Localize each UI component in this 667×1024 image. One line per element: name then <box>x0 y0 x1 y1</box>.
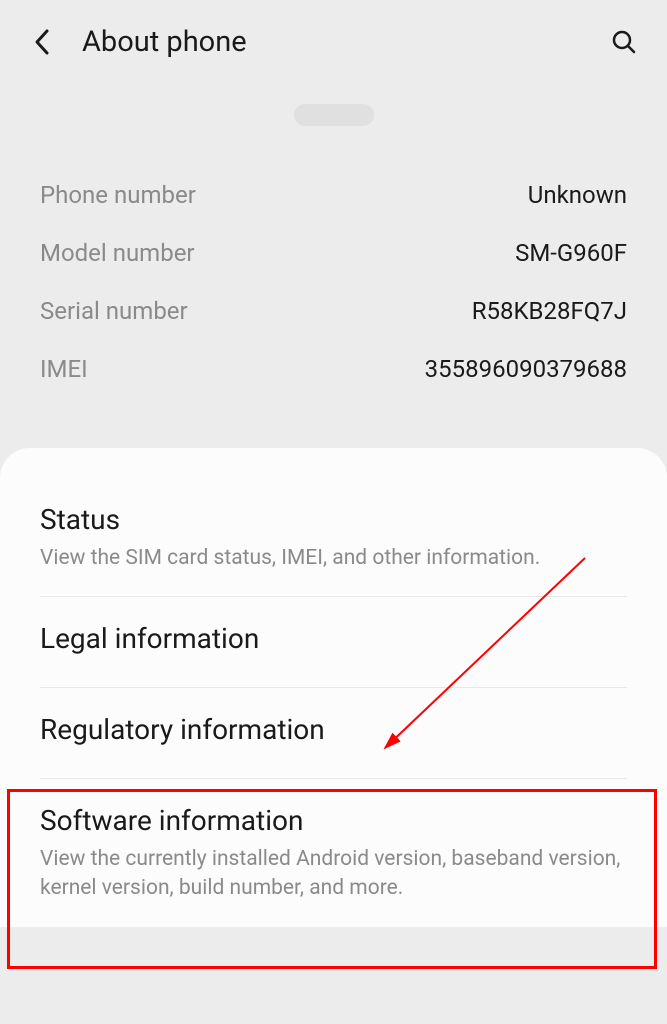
serial-number-label: Serial number <box>40 297 188 325</box>
header-bar: About phone <box>0 0 667 84</box>
regulatory-title: Regulatory information <box>40 713 627 746</box>
device-info-section: Phone number Unknown Model number SM-G96… <box>0 166 667 448</box>
menu-item-legal[interactable]: Legal information <box>0 597 667 688</box>
phone-number-value: Unknown <box>528 181 627 209</box>
phone-number-label: Phone number <box>40 181 196 209</box>
menu-item-software[interactable]: Software information View the currently … <box>0 779 667 927</box>
phone-number-row: Phone number Unknown <box>40 166 627 224</box>
serial-number-value: R58KB28FQ7J <box>472 297 627 325</box>
menu-item-status[interactable]: Status View the SIM card status, IMEI, a… <box>0 478 667 597</box>
pill-indicator <box>294 104 374 126</box>
page-title: About phone <box>82 25 611 59</box>
imei-label: IMEI <box>40 355 88 383</box>
legal-title: Legal information <box>40 622 627 655</box>
search-icon[interactable] <box>611 29 637 55</box>
menu-card: Status View the SIM card status, IMEI, a… <box>0 448 667 927</box>
model-number-label: Model number <box>40 239 195 267</box>
software-subtitle: View the currently installed Android ver… <box>40 845 627 902</box>
software-title: Software information <box>40 804 627 837</box>
back-icon[interactable] <box>30 30 54 54</box>
imei-row: IMEI 355896090379688 <box>40 340 627 398</box>
menu-item-regulatory[interactable]: Regulatory information <box>0 688 667 779</box>
model-number-value: SM-G960F <box>515 239 627 267</box>
model-number-row: Model number SM-G960F <box>40 224 627 282</box>
serial-number-row: Serial number R58KB28FQ7J <box>40 282 627 340</box>
status-subtitle: View the SIM card status, IMEI, and othe… <box>40 544 627 572</box>
imei-value: 355896090379688 <box>425 355 627 383</box>
status-title: Status <box>40 503 627 536</box>
